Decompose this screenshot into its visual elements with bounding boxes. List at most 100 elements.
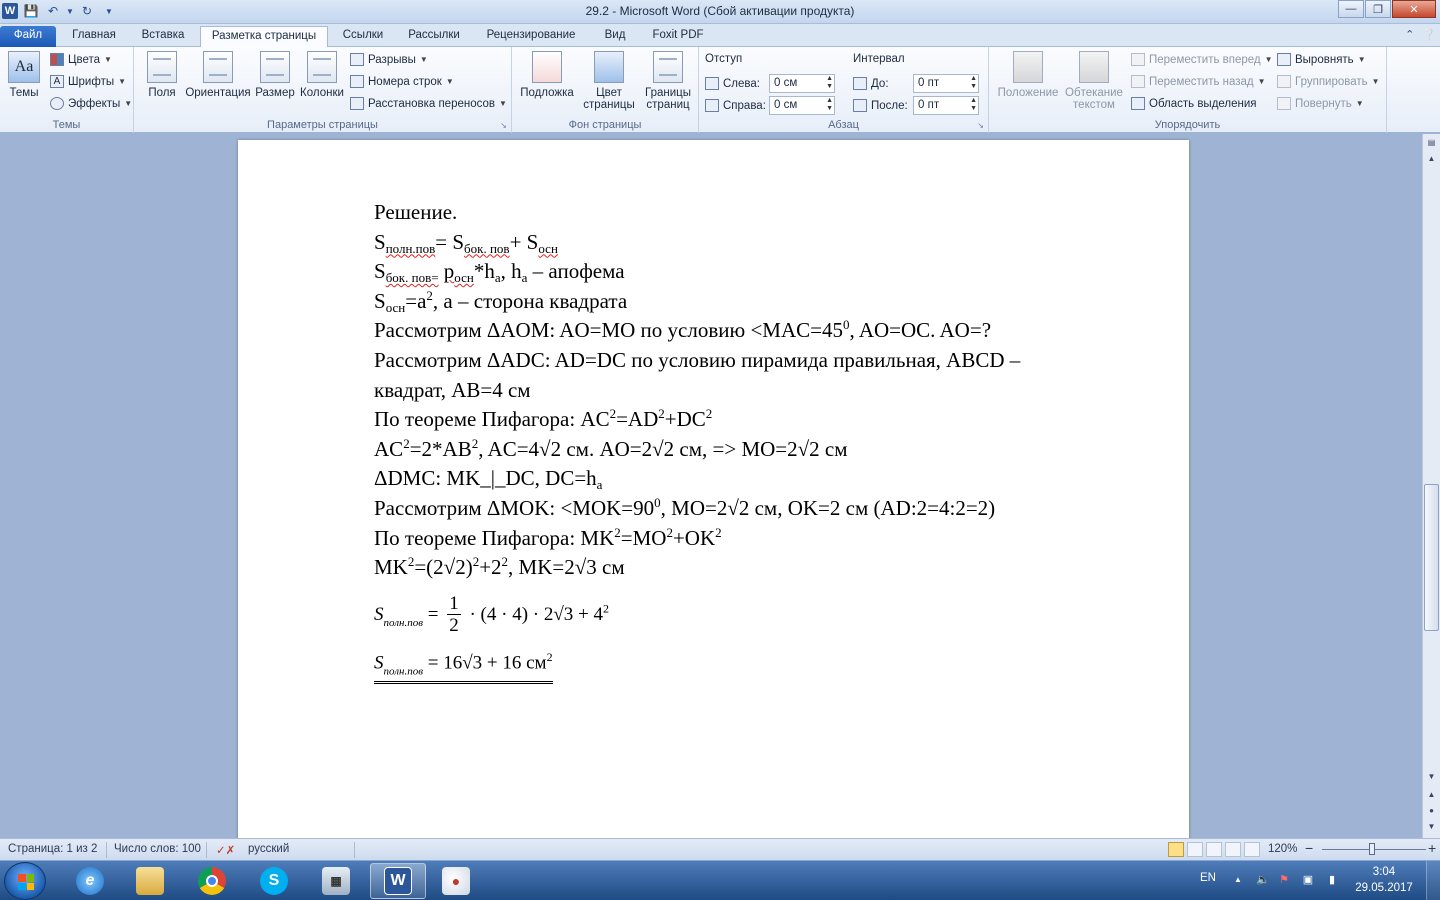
start-button[interactable] <box>4 862 46 900</box>
tab-page-layout[interactable]: Разметка страницы <box>200 26 328 48</box>
page-setup-dialog-launcher-icon[interactable]: ↘ <box>500 121 507 130</box>
tab-mailings[interactable]: Рассылки <box>400 26 468 47</box>
paragraph-dialog-launcher-icon[interactable]: ↘ <box>977 121 984 130</box>
tab-insert[interactable]: Вставка <box>132 26 194 47</box>
formula-total-area-result[interactable]: Sполн.пов = 16√3 + 16 см2 <box>374 650 553 685</box>
web-layout-view-icon[interactable] <box>1206 842 1222 857</box>
l2-c: + S <box>509 229 539 254</box>
tab-review[interactable]: Рецензирование <box>476 26 586 47</box>
bring-forward-button[interactable]: Переместить вперед ▼ <box>1131 53 1273 66</box>
indent-right-spinner-icon[interactable]: ▲ ▼ <box>826 97 833 113</box>
proofing-icon[interactable]: ✓✗ <box>216 843 235 857</box>
group-objects-label: Группировать <box>1295 75 1368 88</box>
draft-view-icon[interactable] <box>1244 842 1260 857</box>
close-button[interactable]: ✕ <box>1392 0 1436 18</box>
word-count[interactable]: Число слов: 100 <box>114 843 201 855</box>
help-icon[interactable]: ❔ <box>1422 28 1436 41</box>
size-button[interactable]: Размер <box>254 51 296 99</box>
calculator-icon: ▦ <box>322 867 350 895</box>
spacing-after-label: После: <box>871 99 908 112</box>
page-borders-button[interactable]: Границы страниц <box>640 51 696 111</box>
zoom-level[interactable]: 120% <box>1268 843 1297 855</box>
group-objects-button[interactable]: Группировать ▼ <box>1277 75 1380 88</box>
hyphenation-button[interactable]: Расстановка переносов ▼ <box>350 97 507 110</box>
tab-file[interactable]: Файл <box>0 26 56 47</box>
ruler-toggle-icon[interactable]: ▤ <box>1424 136 1439 150</box>
taskbar-calculator[interactable]: ▦ <box>308 863 364 899</box>
tab-references[interactable]: Ссылки <box>334 26 392 47</box>
margins-button[interactable]: Поля <box>142 51 182 99</box>
system-tray: EN ▲ 🔈 ⚑ ▣ ▮ 3:04 29.05.2017 <box>1180 861 1440 900</box>
orientation-button[interactable]: Ориентация <box>184 51 252 99</box>
taskbar-file-explorer[interactable] <box>122 863 178 899</box>
full-screen-reading-view-icon[interactable] <box>1187 842 1203 857</box>
taskbar-chrome[interactable] <box>184 863 240 899</box>
zoom-out-icon[interactable]: − <box>1305 840 1313 856</box>
spacing-after-spinner-icon[interactable]: ▲ ▼ <box>970 97 977 113</box>
show-desktop-button[interactable] <box>1426 861 1440 900</box>
send-backward-button[interactable]: Переместить назад ▼ <box>1131 75 1266 88</box>
vertical-scrollbar[interactable]: ▤ ▲ ▼ ▲ ● ▼ <box>1422 134 1440 838</box>
line-numbers-button[interactable]: Номера строк ▼ <box>350 75 454 88</box>
spacing-after-input[interactable]: 0 пт ▲ ▼ <box>913 96 979 115</box>
indent-left-spinner-icon[interactable]: ▲ ▼ <box>826 75 833 91</box>
status-separator <box>206 842 207 858</box>
volume-icon[interactable]: 🔈 <box>1256 874 1270 886</box>
tab-home[interactable]: Главная <box>62 26 126 47</box>
document-page[interactable]: Решение. Sполн.пов= Sбок. пов+ Sосн Sбок… <box>238 140 1189 838</box>
maximize-button[interactable]: ❐ <box>1365 0 1391 18</box>
breaks-button[interactable]: Разрывы ▼ <box>350 53 428 66</box>
scroll-up-icon[interactable]: ▲ <box>1424 152 1439 166</box>
browse-object-icon[interactable]: ● <box>1424 804 1439 818</box>
position-icon <box>1013 51 1043 83</box>
rotate-button[interactable]: Повернуть ▼ <box>1277 97 1364 110</box>
taskbar-paint[interactable]: ● <box>428 863 484 899</box>
taskbar-skype[interactable]: S <box>246 863 302 899</box>
theme-effects-button[interactable]: Эффекты ▼ <box>50 97 132 110</box>
watermark-button[interactable]: Подложка <box>516 51 578 99</box>
language-indicator[interactable]: русский <box>248 843 289 855</box>
f1-s: S <box>374 603 384 625</box>
input-language[interactable]: EN <box>1200 872 1216 884</box>
action-center-flag-icon[interactable]: ⚑ <box>1278 874 1290 886</box>
tab-foxit-pdf[interactable]: Foxit PDF <box>642 26 714 47</box>
l5-b: , AO=OC. AO=? <box>849 318 992 343</box>
spacing-before-spinner-icon[interactable]: ▲ ▼ <box>970 75 977 91</box>
page-counter[interactable]: Страница: 1 из 2 <box>8 843 97 855</box>
tab-view[interactable]: Вид <box>596 26 634 47</box>
document-body[interactable]: Решение. Sполн.пов= Sбок. пов+ Sосн Sбок… <box>374 198 1074 685</box>
position-button[interactable]: Положение <box>995 51 1061 99</box>
wrap-text-button[interactable]: Обтекание текстом <box>1063 51 1125 111</box>
show-hidden-icons-icon[interactable]: ▲ <box>1232 874 1244 886</box>
theme-fonts-button[interactable]: A Шрифты ▼ <box>50 75 126 88</box>
zoom-in-icon[interactable]: + <box>1428 840 1436 856</box>
spacing-before-input[interactable]: 0 пт ▲ ▼ <box>913 74 979 93</box>
battery-icon[interactable]: ▮ <box>1326 874 1338 886</box>
collapse-ribbon-icon[interactable]: ⌃ <box>1405 28 1414 41</box>
zoom-slider-thumb[interactable] <box>1369 843 1375 855</box>
indent-right-input[interactable]: 0 см ▲ ▼ <box>769 96 835 115</box>
taskbar-word[interactable]: W <box>370 863 426 899</box>
formula-total-area[interactable]: Sполн.пов = 12 · (4 · 4) · 2√3 + 42 <box>374 594 609 637</box>
page-color-button[interactable]: Цвет страницы <box>578 51 640 111</box>
print-layout-view-icon[interactable] <box>1168 842 1184 857</box>
clock[interactable]: 3:04 29.05.2017 <box>1354 864 1414 896</box>
previous-page-icon[interactable]: ▲ <box>1424 788 1439 802</box>
doc-line-12: По теореме Пифагора: MK2=MO2+OK2 <box>374 524 1074 554</box>
page-color-icon <box>594 51 624 83</box>
outline-view-icon[interactable] <box>1225 842 1241 857</box>
network-icon[interactable]: ▣ <box>1302 874 1314 886</box>
l3-a: S <box>374 259 386 284</box>
minimize-button[interactable]: — <box>1338 0 1364 18</box>
taskbar-internet-explorer[interactable]: e <box>62 863 118 899</box>
indent-left-input[interactable]: 0 см ▲ ▼ <box>769 74 835 93</box>
scroll-down-icon[interactable]: ▼ <box>1424 770 1439 784</box>
align-button[interactable]: Выровнять ▼ <box>1277 53 1366 66</box>
columns-button[interactable]: Колонки <box>298 51 346 99</box>
theme-colors-button[interactable]: Цвета ▼ <box>50 53 112 66</box>
selection-pane-button[interactable]: Область выделения <box>1131 97 1257 110</box>
next-page-icon[interactable]: ▼ <box>1424 820 1439 834</box>
indent-title-label: Отступ <box>705 53 743 65</box>
themes-button[interactable]: Aa Темы <box>4 51 44 99</box>
scrollbar-thumb[interactable] <box>1424 484 1439 631</box>
